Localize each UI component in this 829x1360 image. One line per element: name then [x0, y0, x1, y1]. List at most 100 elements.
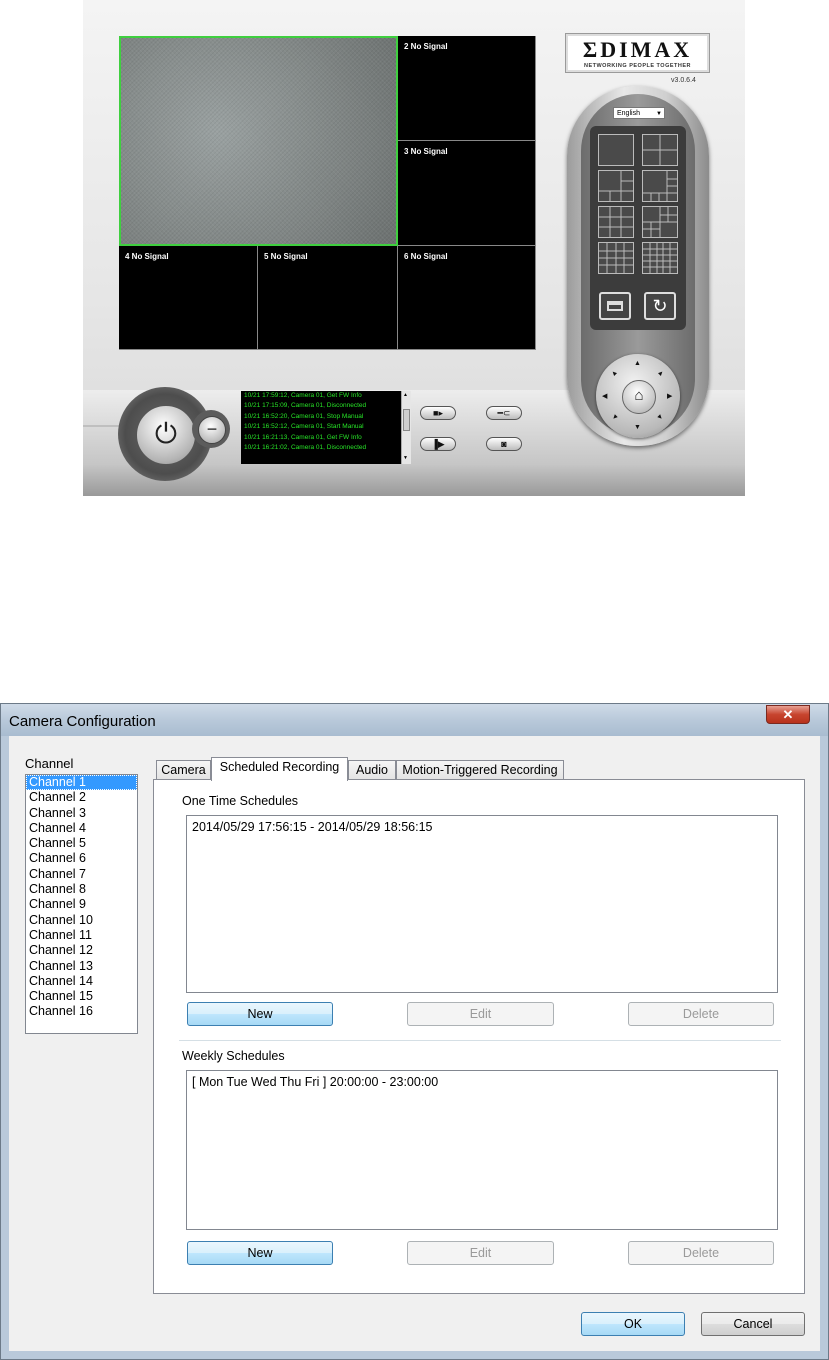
title-bar[interactable]: Camera Configuration ✕ — [1, 704, 828, 736]
weekly-delete-button[interactable]: Delete — [628, 1241, 774, 1265]
refresh-icon: ↻ — [652, 296, 668, 316]
tab-scheduled-recording[interactable]: Scheduled Recording — [211, 757, 348, 781]
snapshot-button[interactable]: ◙ — [486, 437, 522, 451]
layout-1plus12-button[interactable] — [642, 206, 678, 238]
power-icon: ⏻ — [154, 418, 178, 449]
one-time-edit-button[interactable]: Edit — [407, 1002, 554, 1026]
layout-1plus5-button[interactable] — [598, 170, 634, 202]
arrow-left-icon[interactable]: ◀ — [602, 392, 607, 400]
layout-4x4-button[interactable] — [598, 242, 634, 274]
weekly-edit-button[interactable]: Edit — [407, 1241, 554, 1265]
weekly-new-button[interactable]: New — [187, 1241, 333, 1265]
channel-list-item[interactable]: Channel 12 — [26, 943, 137, 958]
snapshot-icon: ◙ — [501, 439, 507, 449]
minimize-button[interactable]: − — [198, 416, 226, 444]
layout-2x2-button[interactable] — [642, 134, 678, 166]
divider — [179, 1040, 781, 1041]
channel-list-item[interactable]: Channel 13 — [26, 959, 137, 974]
one-time-schedule-list[interactable]: 2014/05/29 17:56:15 - 2014/05/29 18:56:1… — [186, 815, 778, 993]
layout-3x3-button[interactable] — [598, 206, 634, 238]
logo-tagline: NETWORKING PEOPLE TOGETHER — [583, 63, 691, 69]
layout-1x1-button[interactable] — [598, 134, 634, 166]
tab-motion-triggered-recording[interactable]: Motion-Triggered Recording — [396, 760, 564, 780]
one-time-schedules-label: One Time Schedules — [182, 794, 299, 808]
window-frame — [820, 736, 828, 1353]
channel-list-item[interactable]: Channel 6 — [26, 851, 137, 866]
channel-list-item[interactable]: Channel 5 — [26, 836, 137, 851]
cancel-button[interactable]: Cancel — [701, 1312, 805, 1336]
window-frame — [1, 1351, 828, 1359]
channel-list-item[interactable]: Channel 2 — [26, 790, 137, 805]
schedule-entry[interactable]: [ Mon Tue Wed Thu Fri ] 20:00:00 - 23:00… — [187, 1071, 777, 1089]
language-select[interactable]: English ▼ — [613, 107, 665, 119]
channel-list-item[interactable]: Channel 14 — [26, 974, 137, 989]
camera-view-4[interactable]: 4 No Signal — [119, 246, 258, 350]
channel-list-item[interactable]: Channel 4 — [26, 821, 137, 836]
tab-camera[interactable]: Camera — [156, 760, 211, 780]
playback-icon: ▐▶ — [431, 439, 445, 449]
channel-list-item[interactable]: Channel 15 — [26, 989, 137, 1004]
camera-view-3[interactable]: 3 No Signal — [398, 141, 536, 246]
logo-text: ΣDIMAX — [582, 37, 693, 62]
decorative-line — [83, 425, 123, 427]
channel-list[interactable]: Channel 1 Channel 2 Channel 3 Channel 4 Chan… — [25, 774, 138, 1034]
settings-icon: ━⊂ — [497, 408, 511, 418]
tab-audio[interactable]: Audio — [348, 760, 396, 780]
weekly-schedules-label: Weekly Schedules — [182, 1049, 285, 1063]
log-entry: 10/21 16:52:20, Camera 01, Stop Manual — [244, 412, 364, 420]
log-entry: 10/21 16:21:02, Camera 01, Disconnected — [244, 444, 367, 452]
one-time-delete-button[interactable]: Delete — [628, 1002, 774, 1026]
camera-label: 3 No Signal — [404, 147, 448, 156]
channel-list-item[interactable]: Channel 9 — [26, 897, 137, 912]
grid-icon — [643, 171, 677, 201]
arrow-right-icon[interactable]: ▶ — [667, 392, 672, 400]
fullscreen-button[interactable] — [599, 292, 631, 320]
camera-label: 2 No Signal — [404, 42, 448, 51]
window-icon — [607, 301, 623, 311]
weekly-schedule-list[interactable]: [ Mon Tue Wed Thu Fri ] 20:00:00 - 23:00… — [186, 1070, 778, 1230]
camera-view-1[interactable] — [119, 36, 398, 246]
camera-view-2[interactable]: 2 No Signal — [398, 36, 536, 141]
surveillance-viewer-window: 2 No Signal 3 No Signal 4 No Signal 5 No… — [83, 0, 745, 496]
ok-button[interactable]: OK — [581, 1312, 685, 1336]
channel-list-item[interactable]: Channel 3 — [26, 806, 137, 821]
scroll-down-icon[interactable]: ▼ — [403, 455, 408, 461]
channel-list-item[interactable]: Channel 16 — [26, 1004, 137, 1019]
power-button[interactable]: ⏻ — [136, 405, 196, 465]
channel-list-item[interactable]: Channel 10 — [26, 913, 137, 928]
camera-label: 4 No Signal — [125, 252, 169, 261]
channel-list-item[interactable]: Channel 7 — [26, 867, 137, 882]
channel-list-item[interactable]: Channel 11 — [26, 928, 137, 943]
one-time-new-button[interactable]: New — [187, 1002, 333, 1026]
layout-5x5-button[interactable] — [642, 242, 678, 274]
grid-icon — [643, 135, 677, 165]
refresh-button[interactable]: ↻ — [644, 292, 676, 320]
grid-icon — [643, 243, 677, 273]
settings-button[interactable]: ━⊂ — [486, 406, 522, 420]
scroll-up-icon[interactable]: ▲ — [403, 392, 408, 398]
log-entry: 10/21 16:52:12, Camera 01, Start Manual — [244, 423, 364, 431]
log-scrollbar[interactable]: ▲ ▼ — [401, 391, 411, 464]
event-log[interactable]: 10/21 17:59:12, Camera 01, Get FW Info 1… — [241, 391, 411, 464]
close-button[interactable]: ✕ — [766, 705, 810, 724]
camera-view-6[interactable]: 6 No Signal — [398, 246, 536, 350]
arrow-down-icon[interactable]: ▼ — [634, 424, 641, 431]
channel-label: Channel — [25, 756, 74, 771]
record-button[interactable]: ■▸ — [420, 406, 456, 420]
dialog-title: Camera Configuration — [9, 713, 156, 730]
arrow-up-icon[interactable]: ▲ — [634, 360, 641, 367]
ptz-home-button[interactable]: ⌂ — [622, 380, 656, 414]
grid-icon — [599, 207, 633, 237]
language-value: English — [617, 110, 640, 117]
close-icon: ✕ — [782, 707, 794, 722]
layout-1plus7-button[interactable] — [642, 170, 678, 202]
version-label: v3.0.6.4 — [671, 77, 696, 84]
channel-list-item[interactable]: Channel 1 — [26, 775, 137, 791]
playback-button[interactable]: ▐▶ — [420, 437, 456, 451]
channel-list-item[interactable]: Channel 8 — [26, 882, 137, 897]
camera-view-5[interactable]: 5 No Signal — [258, 246, 398, 350]
scrollbar-thumb[interactable] — [403, 409, 410, 431]
video-grid: 2 No Signal 3 No Signal 4 No Signal 5 No… — [119, 36, 536, 350]
schedule-entry[interactable]: 2014/05/29 17:56:15 - 2014/05/29 18:56:1… — [187, 816, 777, 834]
log-entry: 10/21 17:15:09, Camera 01, Disconnected — [244, 402, 367, 410]
